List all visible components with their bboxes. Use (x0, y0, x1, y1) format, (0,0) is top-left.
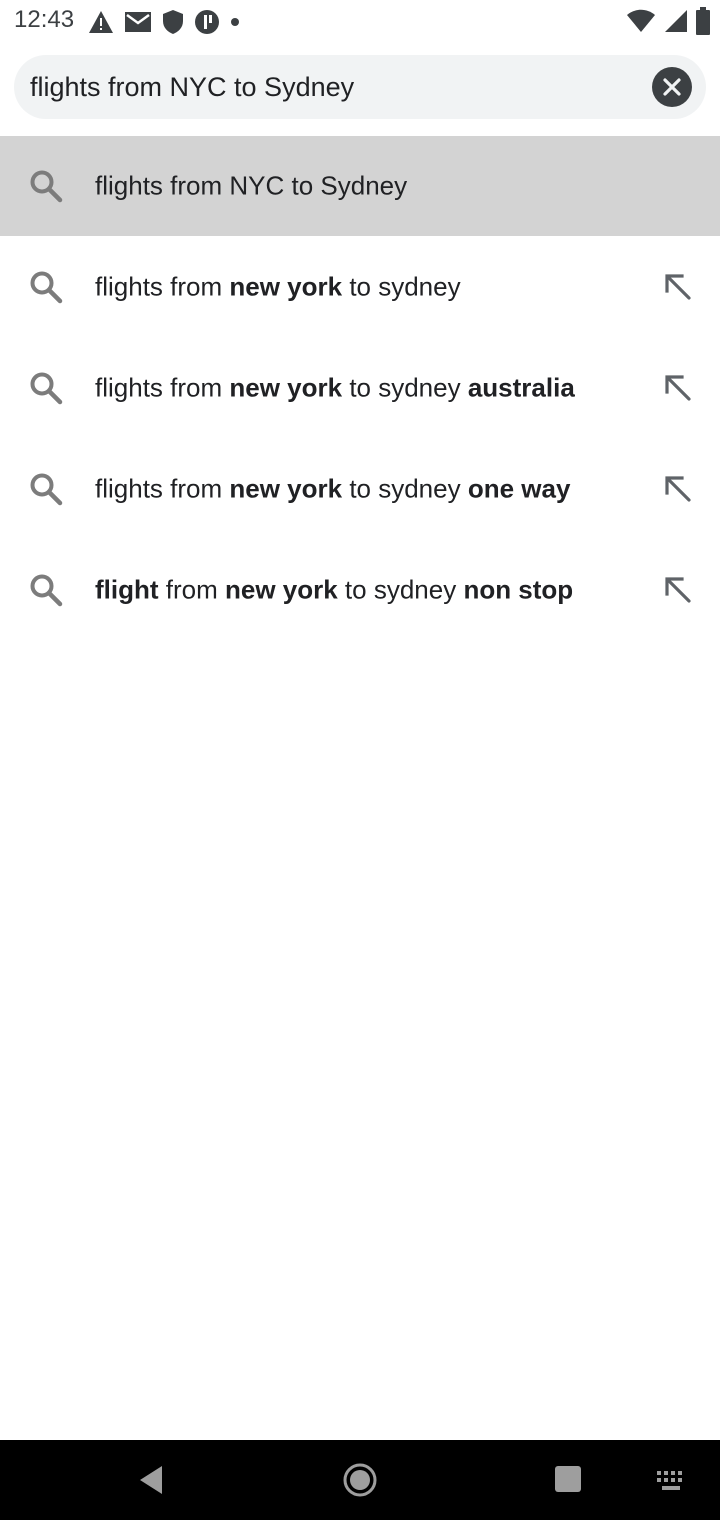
suggestion-text-segment: flights from (95, 271, 230, 301)
gmail-icon (125, 12, 151, 32)
status-bar: 12:43 (0, 0, 720, 50)
status-icons-right (626, 6, 710, 36)
suggestion-text-bold: flight (95, 574, 159, 604)
suggestion-item[interactable]: flights from new york to sydney (0, 236, 720, 337)
suggestion-text: flights from NYC to Sydney (95, 171, 407, 202)
close-icon (663, 78, 681, 96)
shield-icon (163, 10, 183, 34)
dot-icon (231, 18, 239, 26)
suggestion-item[interactable]: flights from NYC to Sydney (0, 136, 720, 236)
back-icon[interactable] (136, 1464, 166, 1496)
arrow-up-left-icon[interactable] (662, 574, 694, 606)
suggestion-text-segment: flights from NYC to Sydney (95, 170, 408, 201)
suggestion-text-bold: new york (224, 574, 338, 604)
warning-icon (89, 11, 113, 33)
suggestion-text-bold: new york (229, 271, 343, 301)
suggestion-text-segment: from (158, 574, 225, 604)
suggestion-text: flight from new york to sydney non stop (95, 574, 573, 605)
search-input[interactable] (30, 55, 630, 119)
suggestion-text-segment: flights from (95, 372, 230, 402)
suggestion-item[interactable]: flights from new york to sydney australi… (0, 337, 720, 438)
home-icon[interactable] (342, 1462, 378, 1498)
suggestion-text-bold: australia (467, 372, 575, 402)
navigation-bar (0, 1440, 720, 1520)
suggestions-list: flights from NYC to Sydney flights from n… (0, 136, 720, 640)
suggestion-text-segment: to sydney (342, 271, 461, 301)
suggestion-text-segment: to sydney (342, 372, 468, 402)
wifi-icon (627, 9, 655, 32)
recents-icon[interactable] (554, 1465, 582, 1493)
signal-icon (665, 10, 687, 32)
suggestion-text-segment: to sydney (337, 574, 464, 604)
arrow-up-left-icon[interactable] (662, 271, 694, 303)
battery-icon (696, 7, 710, 35)
suggestion-text: flights from new york to sydney australi… (95, 372, 575, 403)
suggestion-item[interactable]: flight from new york to sydney non stop (0, 539, 720, 640)
arrow-up-left-icon[interactable] (662, 473, 694, 505)
search-bar (14, 55, 706, 119)
status-time: 12:43 (14, 6, 75, 33)
suggestion-item[interactable]: flights from new york to sydney one way (0, 438, 720, 539)
clear-search-button[interactable] (652, 67, 692, 107)
arrow-up-left-icon[interactable] (662, 372, 694, 404)
search-icon (28, 370, 64, 406)
suggestion-text-bold: new york (229, 372, 343, 402)
status-icons-left (88, 8, 240, 36)
search-icon (28, 572, 64, 608)
search-icon (28, 471, 64, 507)
notification-icon (195, 10, 219, 34)
suggestion-text-bold: one way (467, 473, 571, 503)
keyboard-icon[interactable] (656, 1470, 686, 1492)
suggestion-text: flights from new york to sydney one way (95, 473, 570, 504)
suggestion-text-segment: to sydney (342, 473, 468, 503)
search-icon (28, 269, 64, 305)
suggestion-text-segment: flights from (95, 473, 230, 503)
suggestion-text: flights from new york to sydney (95, 271, 461, 302)
suggestion-text-bold: non stop (463, 574, 574, 604)
suggestion-text-bold: new york (229, 473, 343, 503)
search-icon (28, 168, 64, 204)
